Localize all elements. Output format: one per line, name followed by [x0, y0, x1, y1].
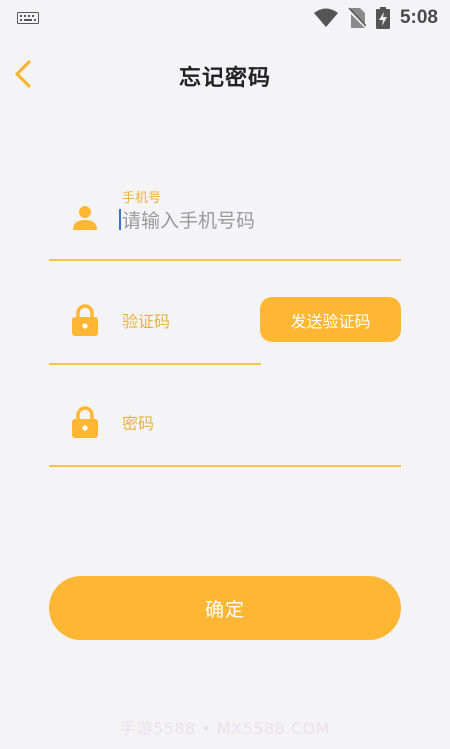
password-field[interactable]: 密码 — [49, 392, 401, 468]
code-underline — [49, 363, 261, 365]
phone-field[interactable]: 手机号 请输入手机号码 — [49, 190, 401, 262]
confirm-button[interactable]: 确定 — [49, 576, 401, 640]
password-underline — [49, 465, 401, 467]
code-label: 验证码 — [122, 312, 171, 331]
phone-placeholder: 请输入手机号码 — [122, 210, 256, 232]
send-code-button[interactable]: 发送验证码 — [260, 297, 401, 342]
battery-charging-icon — [375, 7, 390, 29]
phone-label: 手机号 — [122, 191, 162, 206]
person-icon — [73, 206, 97, 230]
code-field[interactable]: 验证码 — [49, 290, 261, 366]
status-time: 5:08 — [399, 7, 438, 28]
text-caret — [119, 209, 121, 230]
no-sim-icon — [347, 7, 366, 29]
phone-underline — [49, 259, 401, 261]
keyboard-icon — [17, 12, 39, 24]
wifi-icon — [313, 8, 338, 27]
watermark: 手游5588 • MX5588.COM — [120, 719, 330, 738]
page-title: 忘记密码 — [178, 66, 271, 91]
phone-input[interactable]: 请输入手机号码 — [119, 206, 255, 233]
status-bar: 5:08 — [0, 0, 450, 36]
lock-icon — [72, 406, 98, 438]
password-label: 密码 — [122, 414, 155, 433]
lock-icon — [72, 304, 98, 336]
